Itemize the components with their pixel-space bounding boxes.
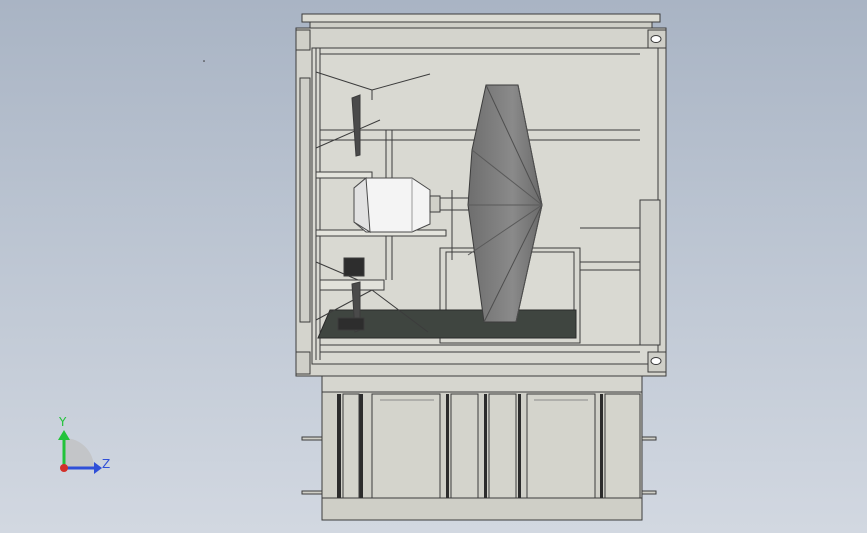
pin-right-bottom: [641, 490, 657, 495]
base-bottom-rail: [321, 497, 643, 521]
z-axis-label: Z: [102, 457, 110, 471]
pin-left-bottom: [301, 490, 323, 495]
stray-pixel: [203, 60, 205, 62]
triad-origin: [60, 464, 68, 472]
cad-viewport[interactable]: Y Z: [0, 0, 867, 533]
shelter-model[interactable]: [295, 13, 667, 521]
dark-box-small: [343, 257, 365, 277]
corner-hole-tr: [650, 35, 662, 43]
y-axis-label: Y: [58, 415, 67, 429]
left-post: [299, 77, 311, 323]
dark-box-floor: [337, 317, 365, 331]
pin-right-top: [641, 436, 657, 441]
triad-quarter-disc: [64, 438, 94, 468]
corner-fitting-tl: [295, 29, 311, 51]
y-axis-arrowhead: [58, 430, 70, 440]
corner-fitting-bl: [295, 351, 311, 375]
roof-rail: [301, 13, 661, 23]
orientation-triad[interactable]: Y Z: [58, 415, 110, 474]
base-panels: [342, 393, 641, 499]
pin-left-top: [301, 436, 323, 441]
z-axis-arrowhead: [94, 462, 102, 474]
right-door-panel: [639, 199, 661, 346]
base-top-rail: [321, 375, 643, 393]
corner-hole-br: [650, 357, 662, 365]
